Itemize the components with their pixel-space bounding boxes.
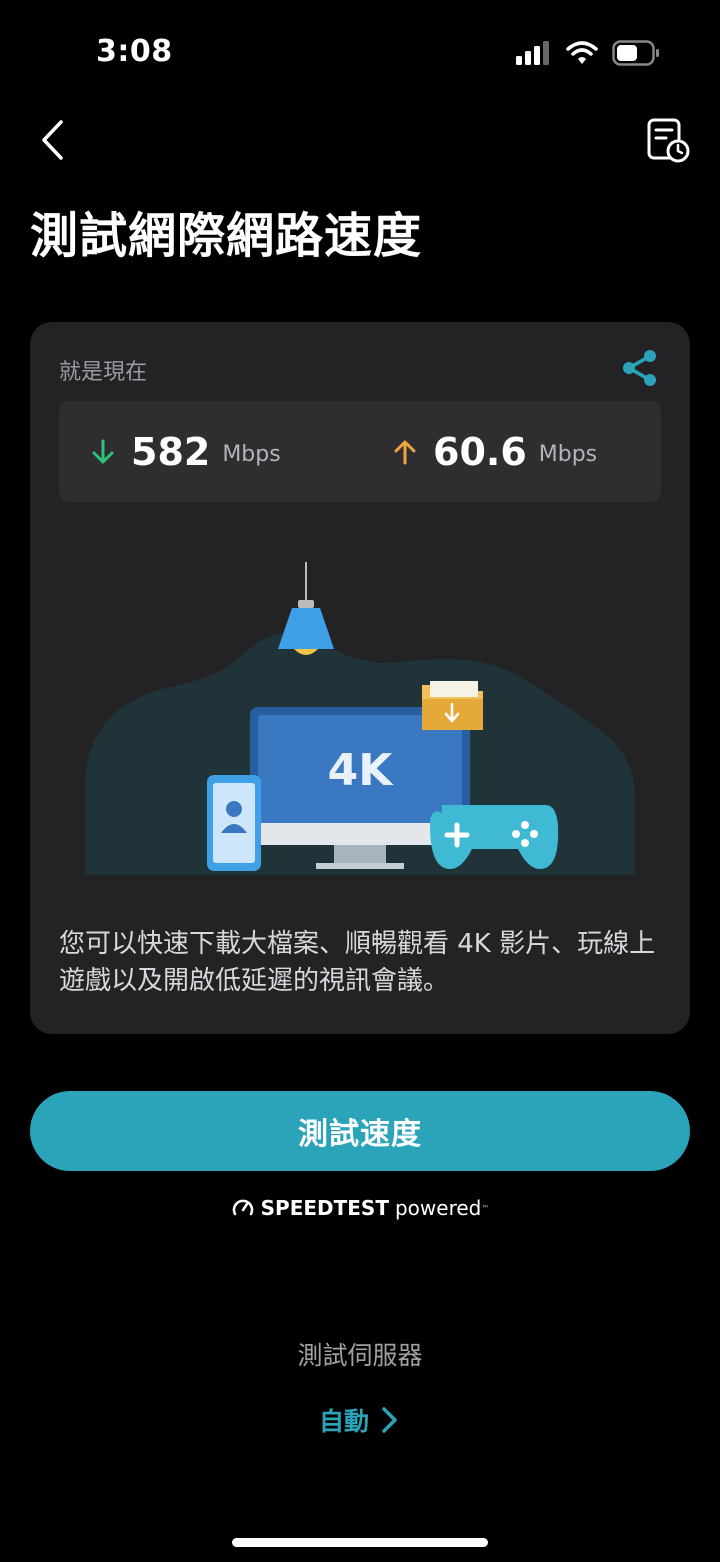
history-button[interactable] bbox=[644, 114, 692, 166]
download-speed: 582 Mbps bbox=[91, 401, 281, 502]
test-server-value: 自動 bbox=[318, 1407, 369, 1436]
back-button[interactable] bbox=[30, 114, 74, 166]
test-server-selector[interactable]: 自動 bbox=[0, 1402, 720, 1438]
speedtest-logo: SPEEDTEST powered ™ bbox=[0, 1196, 720, 1220]
status-time: 3:08 bbox=[96, 34, 173, 69]
speedtest-brand: SPEEDTEST bbox=[260, 1196, 389, 1220]
result-time-label: 就是現在 bbox=[59, 360, 148, 385]
speedometer-icon bbox=[232, 1199, 253, 1216]
page-title: 測試網際網路速度 bbox=[30, 208, 423, 264]
upload-speed: 60.6 Mbps bbox=[393, 401, 597, 502]
test-server-label: 測試伺服器 bbox=[297, 1341, 423, 1370]
download-arrow-icon bbox=[92, 439, 114, 463]
status-icons bbox=[516, 40, 660, 66]
4k-label: 4K bbox=[328, 745, 395, 796]
upload-arrow-icon bbox=[394, 440, 416, 464]
download-unit: Mbps bbox=[222, 442, 281, 467]
speed-result-card: 就是現在 582 Mbps 60.6 Mbps 4K 您可以快速下載大檔案、順暢… bbox=[30, 322, 690, 1034]
report-history-icon bbox=[647, 118, 690, 163]
navigation-bar bbox=[0, 100, 720, 180]
download-value: 582 bbox=[131, 429, 211, 474]
status-bar: 3:08 bbox=[0, 0, 720, 100]
usage-illustration: 4K bbox=[85, 562, 635, 875]
test-speed-button[interactable]: 測試速度 bbox=[30, 1091, 690, 1171]
card-description: 您可以快速下載大檔案、順暢觀看 4K 影片、玩線上遊戲以及開啟低延遲的視訊會議。 bbox=[59, 929, 656, 996]
cellular-signal-icon bbox=[516, 41, 549, 65]
speed-summary: 582 Mbps 60.6 Mbps bbox=[59, 401, 661, 502]
powered-label: powered bbox=[394, 1196, 482, 1220]
chevron-left-icon bbox=[42, 120, 63, 160]
wifi-icon bbox=[566, 41, 598, 64]
battery-icon bbox=[612, 40, 659, 66]
home-indicator bbox=[232, 1538, 488, 1547]
share-icon[interactable] bbox=[620, 348, 660, 388]
upload-value: 60.6 bbox=[433, 429, 527, 474]
trademark-mark: ™ bbox=[481, 1203, 490, 1213]
chevron-right-icon bbox=[382, 1407, 397, 1433]
upload-unit: Mbps bbox=[538, 442, 598, 467]
